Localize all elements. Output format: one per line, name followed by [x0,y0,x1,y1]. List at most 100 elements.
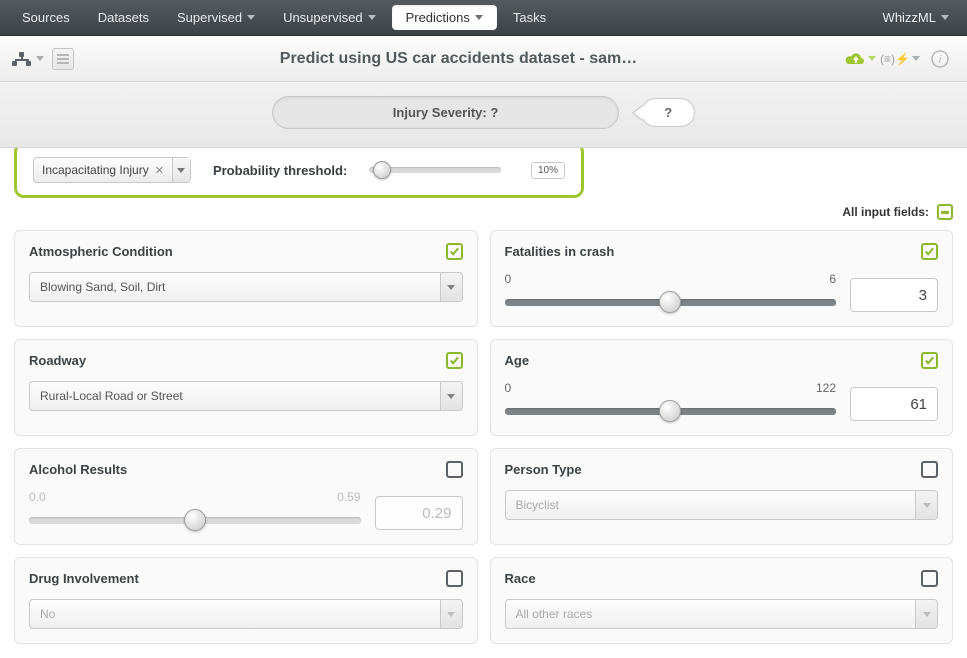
age-value-input[interactable] [850,387,938,421]
all-fields-label: All input fields: [842,205,929,219]
svg-text:i: i [939,54,942,66]
all-fields-row: All input fields: [14,204,953,220]
atmos-select[interactable]: Blowing Sand, Soil, Dirt [29,272,463,302]
cloud-action-icon[interactable] [843,44,877,74]
fatalities-slider[interactable] [505,292,837,312]
panel-head: Race [505,570,939,587]
slider-thumb[interactable] [184,509,206,531]
nav-datasets[interactable]: Datasets [84,0,163,35]
range-max: 6 [829,272,836,286]
chevron-down-icon [447,394,455,399]
chevron-down-icon [923,612,931,617]
panel-enable-checkbox[interactable] [921,243,938,260]
roadway-select[interactable]: Rural-Local Road or Street [29,381,463,411]
panel-enable-checkbox[interactable] [446,243,463,260]
select-dropdown-button[interactable] [440,382,462,410]
slider-thumb[interactable] [659,400,681,422]
alcohol-slider[interactable] [29,510,361,530]
age-range: 0 122 [505,381,939,421]
nav-whizzml-label: WhizzML [883,10,936,25]
code-icon: (≡)⚡ [880,52,910,66]
slider-thumb[interactable] [373,161,391,179]
range-max: 122 [816,381,836,395]
nav-whizzml[interactable]: WhizzML [873,0,959,35]
range-labels: 06 [505,272,837,286]
field-panel-persontype: Person Type Bicyclist [490,448,954,545]
field-panel-drug: Drug Involvement No [14,557,478,644]
range-min: 0 [505,272,512,286]
range-min: 0 [505,381,512,395]
fatalities-range: 06 [505,272,939,312]
panel-title: Age [505,353,530,368]
age-slider[interactable] [505,401,837,421]
chevron-down-icon [247,15,255,20]
chevron-down-icon [923,503,931,508]
select-value: No [40,607,55,621]
nav-items: Sources Datasets Supervised Unsupervised… [8,0,873,35]
select-dropdown-button[interactable] [915,600,937,628]
chevron-down-icon [368,15,376,20]
select-dropdown-button[interactable] [440,273,462,301]
panel-title: Drug Involvement [29,571,139,586]
code-action-icon[interactable]: (≡)⚡ [883,44,917,74]
nav-unsupervised-label: Unsupervised [283,10,363,25]
nav-supervised-label: Supervised [177,10,242,25]
nav-predictions-label: Predictions [406,10,470,25]
panel-title: Person Type [505,462,582,477]
content-area: Incapacitating Injury ✕ Probability thre… [0,142,967,658]
fatalities-value-input[interactable] [850,278,938,312]
nav-sources[interactable]: Sources [8,0,84,35]
model-tree-icon[interactable] [10,44,44,74]
panel-title: Fatalities in crash [505,244,615,259]
class-select[interactable]: Incapacitating Injury ✕ [33,157,191,183]
alcohol-value-input[interactable] [375,496,463,530]
nav-tasks[interactable]: Tasks [499,0,560,35]
panel-head: Roadway [29,352,463,369]
tree-icon [11,52,33,66]
chevron-down-icon [868,56,876,61]
panel-enable-checkbox[interactable] [921,461,938,478]
nav-supervised[interactable]: Supervised [163,0,269,35]
field-panel-alcohol: Alcohol Results0.00.59 [14,448,478,545]
panel-enable-checkbox[interactable] [921,570,938,587]
all-fields-toggle[interactable] [937,204,953,220]
close-icon[interactable]: ✕ [155,164,164,177]
info-icon[interactable]: i [923,44,957,74]
panel-enable-checkbox[interactable] [446,570,463,587]
race-select[interactable]: All other races [505,599,939,629]
persontype-select[interactable]: Bicyclist [505,490,939,520]
chevron-down-icon [177,168,185,173]
panel-head: Age [505,352,939,369]
select-dropdown-button[interactable] [915,491,937,519]
prediction-subheader: Injury Severity: ? ? [0,82,967,148]
threshold-label: Probability threshold: [213,163,347,178]
drug-select[interactable]: No [29,599,463,629]
chevron-down-icon [447,285,455,290]
threshold-slider[interactable] [369,160,501,180]
panel-enable-checkbox[interactable] [446,461,463,478]
panel-enable-checkbox[interactable] [446,352,463,369]
nav-unsupervised[interactable]: Unsupervised [269,0,390,35]
class-select-dropdown[interactable] [172,158,190,182]
panel-head: Atmospheric Condition [29,243,463,260]
panel-enable-checkbox[interactable] [921,352,938,369]
alcohol-range: 0.00.59 [29,490,463,530]
settings-icon[interactable] [52,48,74,70]
threshold-value: 10% [531,162,565,179]
field-panel-atmos: Atmospheric Condition Blowing Sand, Soil,… [14,230,478,327]
class-select-value: Incapacitating Injury [42,163,149,177]
fields-grid: Atmospheric Condition Blowing Sand, Soil,… [14,230,953,644]
range-labels: 0 122 [505,381,837,395]
panel-title: Atmospheric Condition [29,244,173,259]
top-nav: Sources Datasets Supervised Unsupervised… [0,0,967,36]
select-dropdown-button[interactable] [440,600,462,628]
select-value: Blowing Sand, Soil, Dirt [40,280,165,294]
slider-thumb[interactable] [659,291,681,313]
nav-predictions[interactable]: Predictions [392,5,497,30]
select-value: Bicyclist [516,498,559,512]
range-max: 0.59 [337,490,360,504]
panel-title: Roadway [29,353,86,368]
chevron-down-icon [475,15,483,20]
threshold-box: Incapacitating Injury ✕ Probability thre… [14,142,584,198]
field-panel-age: Age 0 122 [490,339,954,436]
